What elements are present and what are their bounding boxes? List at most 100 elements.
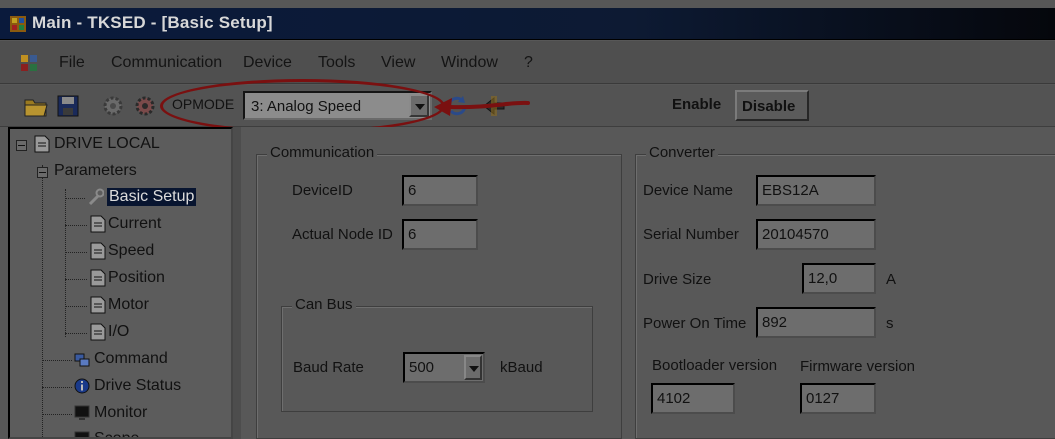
device-name-value: EBS12A: [762, 182, 819, 199]
firmware-version-value: 0127: [806, 390, 840, 407]
wrench-icon: [88, 188, 104, 206]
tree-guide-line: [42, 387, 72, 388]
tree-guide-line: [65, 333, 87, 334]
device-name-label: Device Name: [643, 182, 734, 199]
baud-rate-value: 500: [409, 359, 435, 376]
document-icon: [90, 215, 106, 233]
drive-size-field: 12,0: [802, 263, 876, 294]
tree-guide-line: [65, 306, 87, 307]
power-on-time-unit: s: [886, 315, 894, 332]
application-window: Main - TKSED - [Basic Setup] File Commun…: [0, 0, 1055, 439]
settings-gear-icon[interactable]: [131, 92, 159, 120]
baud-rate-label: Baud Rate: [293, 359, 364, 376]
tree-label-motor: Motor: [108, 296, 149, 313]
open-folder-icon[interactable]: [22, 92, 50, 120]
bootloader-version-field: 4102: [651, 383, 735, 414]
tree-label-drive-local: DRIVE LOCAL: [54, 135, 160, 152]
tree-label-position: Position: [108, 269, 165, 286]
device-id-label: DeviceID: [292, 182, 353, 199]
document-icon: [90, 296, 106, 314]
actual-node-id-value: 6: [408, 226, 417, 243]
menu-bar: File Communication Device Tools View Win…: [0, 41, 1055, 84]
serial-number-value: 20104570: [762, 226, 829, 243]
firmware-version-label: Firmware version: [800, 358, 916, 375]
tree-guide-line: [65, 252, 87, 253]
device-id-field[interactable]: 6: [402, 175, 478, 206]
tree-item-drive-status[interactable]: Drive Status: [10, 376, 230, 400]
menu-device[interactable]: Device: [243, 54, 292, 72]
save-icon[interactable]: [54, 92, 82, 120]
disable-label: Disable: [742, 98, 796, 115]
tree-item-command[interactable]: Command: [10, 349, 230, 373]
serial-number-field: 20104570: [756, 219, 876, 250]
power-on-time-label: Power On Time: [643, 315, 747, 332]
baud-rate-select[interactable]: 500: [403, 352, 485, 383]
document-icon: [34, 135, 50, 153]
menu-window[interactable]: Window: [441, 54, 498, 72]
tree-item-basic-setup[interactable]: Basic Setup: [10, 187, 230, 211]
tree-item-drive-local[interactable]: DRIVE LOCAL: [10, 134, 230, 158]
tree-item-parameters[interactable]: Parameters: [10, 161, 230, 185]
scope-icon: [74, 431, 90, 437]
navigation-tree: DRIVE LOCAL Parameters Basic Setup Curre…: [8, 127, 233, 439]
info-icon: [74, 378, 90, 394]
actual-node-id-field: 6: [402, 219, 478, 250]
tree-item-current[interactable]: Current: [10, 214, 230, 238]
command-icon: [74, 353, 90, 367]
document-icon: [90, 323, 106, 341]
drive-size-unit: A: [886, 271, 897, 288]
canbus-group-title: Can Bus: [292, 296, 356, 313]
app-icon: [10, 16, 26, 32]
converter-group-title: Converter: [646, 144, 718, 161]
title-bar: Main - TKSED - [Basic Setup]: [0, 8, 1055, 40]
tree-item-position[interactable]: Position: [10, 268, 230, 292]
tree-label-basic-setup: Basic Setup: [107, 188, 197, 206]
tree-label-monitor: Monitor: [94, 404, 148, 421]
tree-label-drive-status: Drive Status: [94, 377, 182, 394]
tree-guide-line: [42, 414, 72, 415]
basic-setup-panel: Communication DeviceID 6 Actual Node ID …: [241, 127, 1055, 439]
window-title: Main - TKSED - [Basic Setup]: [32, 13, 273, 32]
bootloader-version-value: 4102: [657, 390, 691, 407]
collapse-icon[interactable]: [37, 167, 48, 178]
tree-item-motor[interactable]: Motor: [10, 295, 230, 319]
tree-guide-line: [65, 279, 87, 280]
menu-help[interactable]: ?: [524, 54, 533, 72]
tree-guide-line: [42, 360, 72, 361]
tree-label-scope: Scope: [94, 430, 140, 439]
tree-guide-line: [65, 198, 85, 199]
document-icon: [90, 269, 106, 287]
menu-communication[interactable]: Communication: [111, 54, 222, 72]
communication-group: Communication DeviceID 6 Actual Node ID …: [256, 144, 622, 439]
bootloader-version-label: Bootloader version: [652, 357, 778, 374]
device-id-value: 6: [408, 182, 417, 199]
enable-label: Enable: [672, 96, 722, 113]
tree-item-scope[interactable]: Scope: [10, 429, 230, 439]
drive-size-label: Drive Size: [643, 271, 712, 288]
annotation-oval: [160, 79, 445, 133]
actual-node-id-label: Actual Node ID: [292, 226, 393, 243]
serial-number-label: Serial Number: [643, 226, 739, 243]
menu-view[interactable]: View: [381, 54, 415, 72]
communication-group-title: Communication: [267, 144, 378, 161]
gear-icon[interactable]: [99, 92, 127, 120]
device-name-field: EBS12A: [756, 175, 876, 206]
document-menu-icon[interactable]: [20, 54, 38, 72]
panel-splitter[interactable]: [233, 127, 241, 439]
tree-item-monitor[interactable]: Monitor: [10, 403, 230, 427]
firmware-version-field: 0127: [800, 383, 876, 414]
power-on-time-value: 892: [762, 314, 788, 331]
baud-unit-label: kBaud: [500, 359, 543, 376]
collapse-icon[interactable]: [16, 140, 27, 151]
tree-label-speed: Speed: [108, 242, 155, 259]
tree-label-io: I/O: [108, 323, 130, 340]
menu-file[interactable]: File: [59, 54, 85, 72]
power-on-time-field: 892: [756, 307, 876, 338]
disable-button[interactable]: Disable: [735, 90, 809, 121]
chevron-down-icon[interactable]: [464, 355, 482, 380]
tree-item-speed[interactable]: Speed: [10, 241, 230, 265]
tree-item-io[interactable]: I/O: [10, 322, 230, 346]
drive-size-value: 12,0: [808, 270, 838, 287]
menu-tools[interactable]: Tools: [318, 54, 355, 72]
converter-group: Converter Device Name EBS12A Serial Numb…: [635, 144, 1055, 439]
